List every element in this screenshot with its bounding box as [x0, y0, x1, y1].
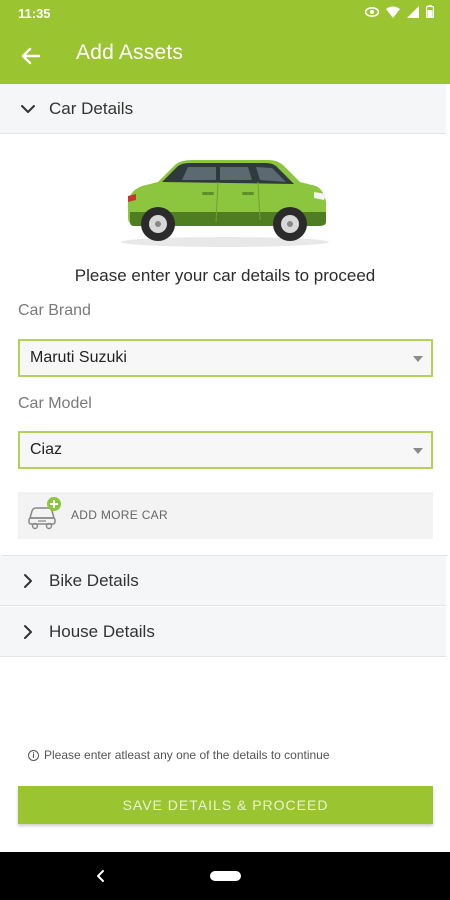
accordion-car-details[interactable]: Car Details [0, 84, 446, 134]
car-brand-value: Maruti Suzuki [30, 349, 127, 366]
page-title: Add Assets [76, 41, 184, 64]
status-time: 11:35 [18, 6, 51, 21]
car-brand-label: Car Brand [18, 302, 91, 319]
dropdown-caret-icon [413, 356, 423, 362]
arrow-left-icon [21, 47, 40, 65]
car-details-prompt: Please enter your car details to proceed [74, 266, 376, 285]
chevron-down-icon [17, 98, 39, 120]
chevron-right-icon [17, 570, 39, 592]
system-nav-bar [0, 852, 450, 900]
add-more-car-label: ADD MORE CAR [71, 508, 168, 522]
chevron-left-icon [97, 870, 104, 882]
app-bar: Add Assets [0, 28, 450, 84]
accordion-house-details[interactable]: House Details [0, 607, 446, 657]
add-more-car-button[interactable]: ADD MORE CAR [18, 492, 433, 539]
status-icons [364, 5, 435, 21]
save-details-proceed-button[interactable]: SAVE DETAILS & PROCEED [18, 786, 433, 824]
car-model-value: Ciaz [30, 441, 63, 458]
eye-icon [364, 6, 380, 21]
info-note-text: Please enter atleast any one of the deta… [44, 748, 330, 762]
signal-icon [407, 5, 419, 21]
chevron-right-icon [17, 621, 39, 643]
car-model-label: Car Model [18, 395, 92, 412]
accordion-label: Bike Details [49, 570, 139, 590]
car-brand-select[interactable]: Maruti Suzuki [18, 339, 433, 377]
accordion-label: Car Details [49, 98, 134, 118]
battery-icon [425, 5, 435, 21]
status-bar: 11:35 [0, 0, 450, 28]
car-model-select[interactable]: Ciaz [18, 431, 433, 469]
add-car-icon [28, 497, 61, 530]
dropdown-caret-icon [413, 448, 423, 454]
info-icon: i [28, 749, 39, 761]
back-button[interactable] [14, 40, 46, 72]
car-illustration [121, 160, 329, 247]
wifi-icon [386, 6, 400, 21]
nav-back-button[interactable] [90, 866, 110, 886]
accordion-bike-details[interactable]: Bike Details [0, 556, 446, 606]
accordion-label: House Details [49, 621, 155, 641]
info-note: i Please enter atleast any one of the de… [28, 748, 330, 762]
home-button[interactable] [210, 871, 241, 881]
